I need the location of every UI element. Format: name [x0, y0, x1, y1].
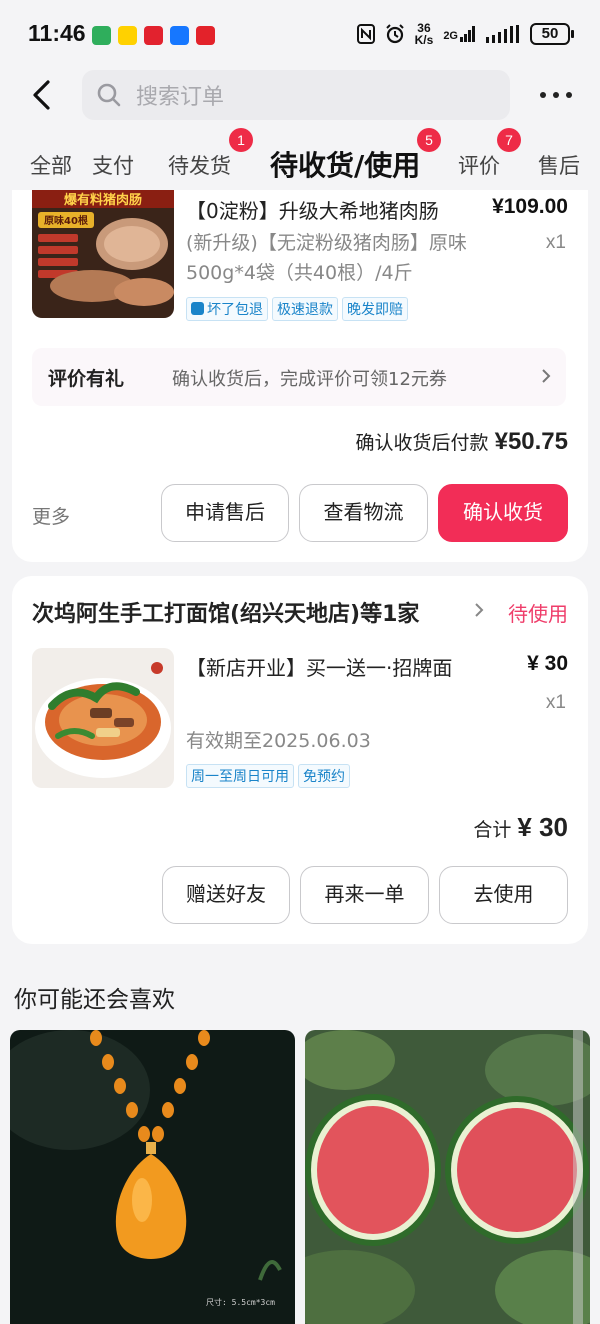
usage-tag: 周一至周日可用 [186, 764, 294, 788]
noodle-product-image[interactable] [32, 648, 174, 788]
gift-to-friend-button[interactable]: 赠送好友 [162, 866, 290, 924]
product-price: ¥ 30 [527, 652, 568, 675]
chevron-right-icon[interactable] [472, 602, 486, 618]
tab-pay[interactable]: 支付 [92, 150, 134, 180]
svg-text:爆有料猪肉肠: 爆有料猪肉肠 [64, 192, 142, 208]
tab-to-ship[interactable]: 待发货 [168, 150, 231, 180]
nfc-icon [356, 24, 375, 44]
confirm-receipt-button[interactable]: 确认收货 [438, 484, 568, 542]
total-label: 合计 [473, 819, 518, 841]
signal-strength-icon [486, 25, 519, 43]
back-arrow-icon[interactable] [28, 80, 58, 110]
service-tags: 坏了包退 极速退款 晚发即赔 [186, 297, 412, 321]
search-input[interactable]: 搜索订单 [82, 70, 510, 120]
promo-title: 评价有礼 [48, 368, 125, 390]
service-tag: 极速退款 [272, 297, 338, 321]
product-quantity: x1 [545, 692, 566, 713]
dingdong-app-icon [196, 26, 215, 45]
tab-to-receive[interactable]: 待收货/使用 [270, 144, 420, 184]
recommend-item-watermelon[interactable] [305, 1030, 590, 1324]
house-app-icon [92, 26, 111, 45]
alarm-icon [385, 24, 404, 44]
recommend-title: 你可能还会喜欢 [14, 987, 175, 1013]
reorder-button[interactable]: 再来一单 [300, 866, 429, 924]
use-voucher-button[interactable]: 去使用 [439, 866, 568, 924]
signal-2g-icon: 2G [443, 26, 476, 42]
search-icon [97, 83, 121, 107]
status-bar: 11:46 36 K/s 2G 50 [0, 0, 600, 70]
shop-name[interactable]: 次坞阿生手工打面馆(绍兴天地店)等1家 [32, 596, 462, 628]
review-reward-banner[interactable]: 评价有礼 确认收货后，完成评价可领12元券 [32, 348, 566, 406]
validity-date: 有效期至2025.06.03 [186, 730, 371, 752]
service-tag: 坏了包退 [186, 297, 268, 321]
tab-review[interactable]: 评价 [458, 150, 500, 180]
meituan-app-icon [118, 26, 137, 45]
payment-amount: ¥50.75 [494, 428, 568, 455]
battery-icon: 50 [530, 23, 574, 45]
more-actions-link[interactable]: 更多 [32, 502, 70, 529]
product-spec: (新升级)【无淀粉级猪肉肠】原味500g*4袋（共40根）/4斤 [186, 232, 467, 284]
network-speed: 36 K/s [414, 21, 434, 47]
tab-all[interactable]: 全部 [30, 150, 72, 180]
sausage-product-image[interactable]: 爆有料猪肉肠 原味40根 [32, 190, 174, 318]
service-tag: 晚发即赔 [342, 297, 408, 321]
order-card-sausage[interactable]: 爆有料猪肉肠 原味40根 【0淀粉】升级大希地猪肉肠 ¥109.00 (新升级)… [12, 190, 588, 562]
tab-review-badge: 7 [497, 128, 521, 152]
tab-to-receive-badge: 5 [417, 128, 441, 152]
tab-after-sale[interactable]: 售后 [538, 150, 580, 180]
payment-label: 确认收货后付款 [355, 432, 495, 454]
view-logistics-button[interactable]: 查看物流 [299, 484, 428, 542]
payment-summary: 确认收货后付款 ¥50.75 [356, 428, 568, 456]
usage-tag: 免预约 [298, 764, 350, 788]
product-title: 【0淀粉】升级大希地猪肉肠 [186, 199, 439, 223]
recommend-item-pendant[interactable]: 尺寸: 5.5cm*3cm [10, 1030, 295, 1324]
product-title: 【新店开业】买一送一·招牌面 [186, 656, 453, 680]
tab-to-ship-badge: 1 [229, 128, 253, 152]
header: 搜索订单 [0, 70, 600, 120]
order-total: 合计 ¥ 30 [473, 812, 568, 843]
usage-tags: 周一至周日可用 免预约 [186, 764, 354, 788]
more-menu-icon[interactable] [540, 84, 572, 106]
shield-icon [191, 302, 204, 315]
tmall-app-icon [144, 26, 163, 45]
product-price: ¥109.00 [492, 195, 568, 218]
feishu-app-icon [170, 26, 189, 45]
promo-text: 确认收货后，完成评价可领12元券 [172, 369, 447, 390]
status-time: 11:46 [28, 20, 86, 46]
order-card-noodle[interactable]: 次坞阿生手工打面馆(绍兴天地店)等1家 待使用 【新店开业】买一送一·招牌面 ¥… [12, 576, 588, 944]
apply-after-sale-button[interactable]: 申请售后 [161, 484, 289, 542]
product-quantity: x1 [545, 232, 566, 253]
svg-text:尺寸: 5.5cm*3cm: 尺寸: 5.5cm*3cm [206, 1297, 275, 1307]
search-placeholder: 搜索订单 [136, 85, 225, 110]
chevron-right-icon [542, 369, 551, 383]
total-amount: ¥ 30 [517, 812, 568, 842]
order-status: 待使用 [508, 602, 568, 626]
svg-text:原味40根: 原味40根 [44, 214, 88, 227]
